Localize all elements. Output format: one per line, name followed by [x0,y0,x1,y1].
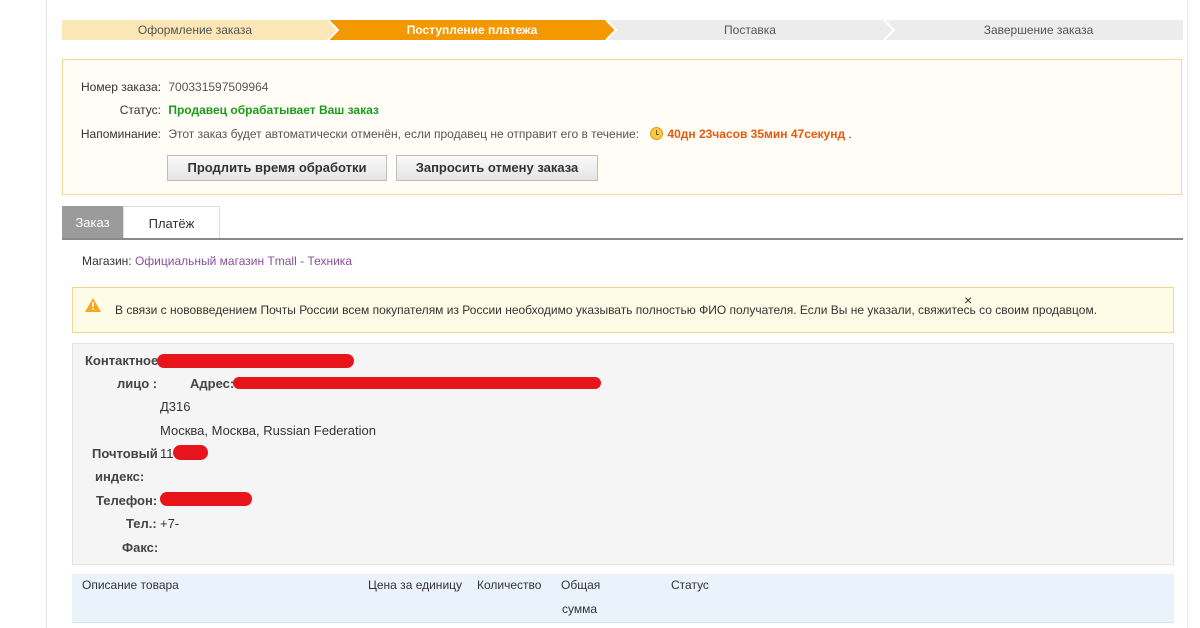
notice-text: В связи с нововведением Почты России все… [115,303,1098,317]
clock-icon [650,127,667,141]
column-status: Статус [671,578,709,592]
column-total: Общая [561,578,601,592]
contact-info-panel: Контактное лицо : Адрес: Д316 Москва, Мо… [72,343,1174,565]
step-order-complete: Завершение заказа [983,23,1094,37]
page-right-border [1187,0,1188,628]
postal-code-label: Почтовый [92,446,158,461]
store-row: Магазин: Официальный магазин Tmall - Тех… [82,254,352,268]
step-payment-received: Поступление платежа [406,23,538,37]
column-quantity: Количество [477,578,542,592]
order-number-label: Номер заказа: [80,80,161,94]
address-label: Адрес: [190,376,235,391]
tab-divider [62,238,1183,240]
redacted-phone [160,492,252,506]
items-table-header: Описание товара Цена за единицу Количест… [72,574,1174,623]
tel-label: Тел.: [126,516,157,531]
order-number-row: Номер заказа: 700331597509964 [63,79,268,95]
tel-value: +7- [160,516,180,531]
reminder-text: Этот заказ будет автоматически отменён, … [168,127,640,141]
store-link[interactable]: Официальный магазин Tmall - Техника [135,254,352,268]
countdown-timer: 40дн 23часов 35мин 47секунд [667,127,846,141]
contact-person-label: Контактное [85,353,159,368]
order-status-label: Статус: [119,103,161,117]
address-line-2: Д316 [160,399,191,414]
page-left-border [46,0,47,628]
order-status-value: Продавец обрабатывает Ваш заказ [168,103,379,117]
order-status-row: Статус: Продавец обрабатывает Ваш заказ [63,102,379,118]
redacted-address [233,377,601,389]
order-info-box: Номер заказа: 700331597509964 Статус: Пр… [62,59,1182,195]
warning-icon [85,298,101,312]
order-reminder-row: Напоминание: Этот заказ будет автоматиче… [63,126,852,142]
postal-code-label-cont: индекс: [95,469,145,484]
address-line-3: Москва, Москва, Russian Federation [160,423,376,438]
redacted-postal-code [173,445,208,460]
russian-post-notice: В связи с нововведением Почты России все… [72,287,1174,333]
tab-order[interactable]: Заказ [62,206,123,239]
order-progress-steps: Оформление заказа Поступление платежа По… [62,20,1183,40]
column-description: Описание товара [82,578,179,592]
step-order-placed: Оформление заказа [137,23,253,37]
tab-payment[interactable]: Платёж [123,206,220,239]
step-shipping: Поставка [724,23,776,37]
postal-code-value: 11 [160,446,174,461]
fax-label: Факс: [122,540,159,555]
phone-label: Телефон: [96,493,158,508]
redacted-name [157,354,354,368]
countdown-suffix: . [845,127,852,141]
column-total-cont: сумма [562,602,598,616]
column-unit-price: Цена за единицу [368,578,463,592]
order-number-value: 700331597509964 [168,80,269,94]
close-icon[interactable]: × [964,293,972,307]
contact-person-label-cont: лицо : [117,376,158,391]
reminder-label: Напоминание: [80,127,161,141]
request-cancel-order-button[interactable]: Запросить отмену заказа [396,155,598,181]
store-label: Магазин: [82,254,132,268]
extend-processing-time-button[interactable]: Продлить время обработки [167,155,387,181]
